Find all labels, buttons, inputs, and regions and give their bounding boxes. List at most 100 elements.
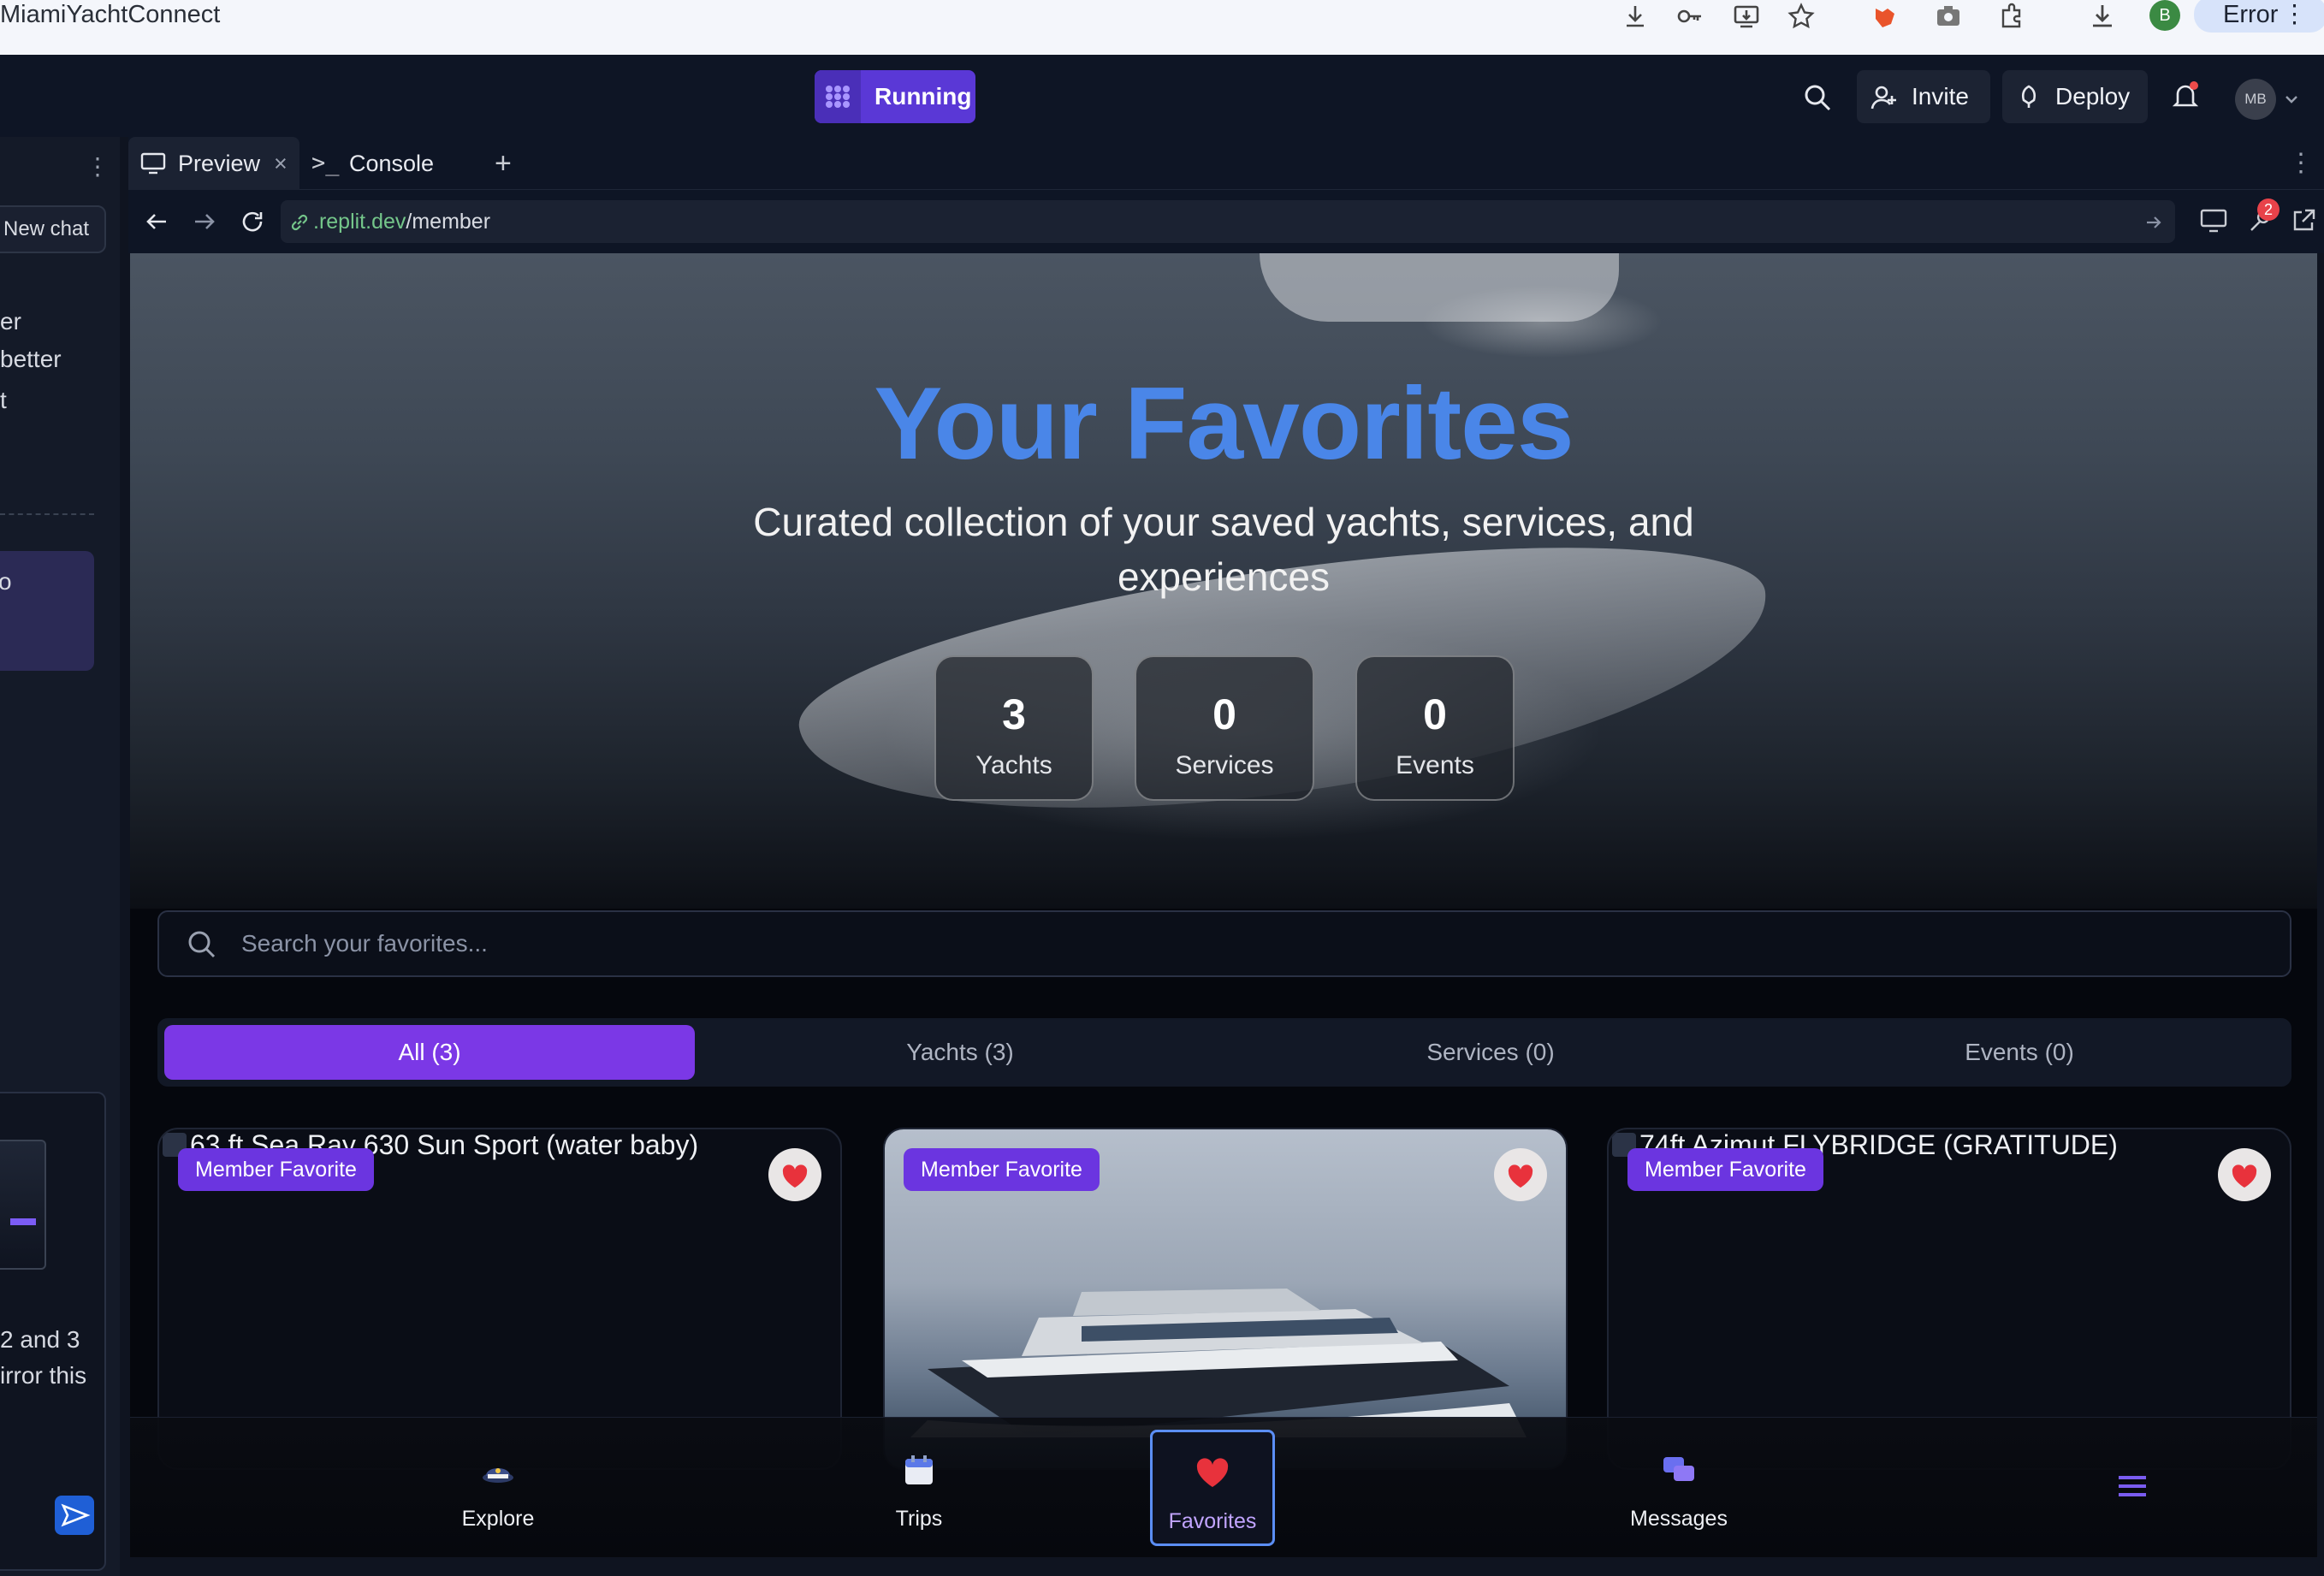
invite-button[interactable]: Invite bbox=[1857, 70, 1990, 123]
workspace-tabs: Preview × >_ Console + ⋮ bbox=[128, 137, 2324, 190]
devtools-badge: 2 bbox=[2257, 198, 2280, 221]
app-preview: Your Favorites Curated collection of you… bbox=[130, 253, 2317, 1557]
search-icon bbox=[188, 931, 216, 958]
forward-arrow-icon[interactable] bbox=[192, 209, 217, 234]
invite-label: Invite bbox=[1912, 83, 1969, 110]
device-preview-icon[interactable] bbox=[2199, 207, 2228, 234]
terminal-icon: >_ bbox=[311, 150, 340, 176]
divider bbox=[0, 513, 94, 515]
send-icon bbox=[61, 1503, 91, 1527]
nav-favorites[interactable]: Favorites bbox=[1150, 1430, 1275, 1546]
stat-yachts: 3 Yachts bbox=[934, 655, 1094, 801]
nav-label: Favorites bbox=[1168, 1509, 1257, 1533]
downloads-icon[interactable] bbox=[2088, 2, 2117, 31]
chat-snippet: irror this bbox=[0, 1362, 87, 1389]
tab-preview[interactable]: Preview × bbox=[128, 137, 299, 190]
filter-tab-events[interactable]: Events (0) bbox=[1754, 1025, 2285, 1080]
heart-icon bbox=[1196, 1458, 1229, 1487]
extensions-puzzle-icon[interactable] bbox=[1997, 2, 2026, 31]
unfavorite-button[interactable] bbox=[2218, 1148, 2271, 1201]
new-chat-button[interactable]: New chat bbox=[0, 205, 106, 253]
browser-chrome: MiamiYachtConnect B Error ⋮ bbox=[0, 0, 2324, 55]
page-subtitle: Curated collection of your saved yachts,… bbox=[753, 500, 1694, 599]
calendar-icon bbox=[905, 1455, 933, 1484]
filter-tabs: All (3) Yachts (3) Services (0) Events (… bbox=[157, 1018, 2291, 1087]
nav-label: Messages bbox=[1630, 1507, 1728, 1531]
member-favorite-badge: Member Favorite bbox=[1627, 1148, 1823, 1191]
search-icon[interactable] bbox=[1802, 82, 1833, 113]
url-path: /member bbox=[406, 210, 491, 234]
deploy-label: Deploy bbox=[2055, 83, 2131, 110]
stat-value: 0 bbox=[1212, 690, 1236, 738]
error-label: Error bbox=[2223, 1, 2279, 28]
more-vert-icon: ⋮ bbox=[2282, 1, 2307, 28]
stat-events: 0 Events bbox=[1355, 655, 1515, 801]
stat-label: Services bbox=[1175, 751, 1274, 779]
close-icon[interactable]: × bbox=[274, 137, 288, 190]
nav-messages[interactable]: Messages bbox=[1568, 1418, 1790, 1557]
add-tab-icon[interactable]: + bbox=[495, 137, 512, 190]
tab-console[interactable]: >_ Console bbox=[311, 137, 602, 190]
stat-label: Events bbox=[1396, 751, 1474, 779]
hero-background-yacht bbox=[1260, 253, 1619, 322]
stat-value: 3 bbox=[1002, 690, 1026, 738]
monitor-icon bbox=[140, 152, 166, 175]
more-vert-icon[interactable]: ⋮ bbox=[2288, 137, 2314, 190]
notifications-bell-icon[interactable] bbox=[2170, 80, 2201, 111]
url-input[interactable]: .replit.dev/member bbox=[281, 200, 2175, 243]
reload-icon[interactable] bbox=[240, 209, 265, 234]
filter-tab-yachts[interactable]: Yachts (3) bbox=[695, 1025, 1225, 1080]
run-button[interactable]: Running bbox=[815, 70, 975, 123]
profile-avatar[interactable]: B bbox=[2149, 0, 2180, 31]
filter-tab-all[interactable]: All (3) bbox=[164, 1025, 695, 1080]
download-icon[interactable] bbox=[1621, 2, 1650, 31]
back-arrow-icon[interactable] bbox=[144, 209, 169, 234]
deploy-button[interactable]: Deploy bbox=[2002, 70, 2148, 123]
error-chip[interactable]: Error ⋮ bbox=[2194, 0, 2324, 33]
unfavorite-button[interactable] bbox=[768, 1148, 821, 1201]
devtools-button[interactable]: 2 bbox=[2244, 198, 2280, 236]
nav-menu[interactable] bbox=[2064, 1418, 2201, 1557]
replit-topbar: Running Invite Deploy MB bbox=[0, 55, 2324, 137]
chat-message-card[interactable]: o bbox=[0, 551, 94, 671]
search-input[interactable] bbox=[241, 912, 2209, 975]
send-button[interactable] bbox=[55, 1496, 94, 1535]
user-avatar[interactable]: MB bbox=[2235, 79, 2276, 120]
key-icon[interactable] bbox=[1675, 2, 1704, 31]
nav-trips[interactable]: Trips bbox=[808, 1418, 1030, 1557]
screenshot-thumbnail[interactable] bbox=[0, 1140, 46, 1270]
nav-explore[interactable]: Explore bbox=[387, 1418, 609, 1557]
thumbnail-accent bbox=[10, 1218, 36, 1225]
nav-label: Trips bbox=[895, 1507, 943, 1531]
extension-fox-icon[interactable] bbox=[1870, 2, 1900, 31]
more-vert-icon[interactable]: ⋮ bbox=[86, 152, 110, 181]
unfavorite-button[interactable] bbox=[1494, 1148, 1547, 1201]
member-favorite-badge: Member Favorite bbox=[178, 1148, 374, 1191]
member-favorite-badge: Member Favorite bbox=[904, 1148, 1100, 1191]
chat-bubbles-icon bbox=[1663, 1457, 1694, 1481]
filter-tab-services[interactable]: Services (0) bbox=[1225, 1025, 1756, 1080]
agent-chat-panel: ⋮ New chat er better t o 2 and 3 irror t… bbox=[0, 137, 120, 1576]
open-external-icon[interactable] bbox=[2290, 207, 2317, 234]
heart-icon bbox=[2232, 1164, 2257, 1188]
go-arrow-icon[interactable] bbox=[2144, 213, 2163, 232]
favorites-search bbox=[157, 910, 2291, 977]
chat-snippet: o bbox=[0, 568, 12, 595]
browser-tab-title[interactable]: MiamiYachtConnect bbox=[0, 0, 220, 29]
bookmark-star-icon[interactable] bbox=[1787, 2, 1816, 31]
stat-services: 0 Services bbox=[1135, 655, 1314, 801]
camera-icon[interactable] bbox=[1934, 2, 1963, 31]
heart-icon bbox=[782, 1164, 808, 1188]
chat-snippet: t bbox=[0, 387, 7, 413]
chat-snippet: 2 and 3 bbox=[0, 1326, 80, 1353]
bottom-navigation: Explore Trips Favorites Messages bbox=[130, 1417, 2317, 1557]
captain-hat-icon bbox=[483, 1468, 513, 1483]
stat-value: 0 bbox=[1423, 690, 1447, 738]
install-app-icon[interactable] bbox=[1732, 2, 1761, 31]
heart-icon bbox=[1508, 1164, 1533, 1188]
preview-urlbar: .replit.dev/member 2 bbox=[128, 190, 2324, 253]
yacht-illustration bbox=[910, 1289, 1527, 1437]
hamburger-menu-icon bbox=[2119, 1476, 2146, 1496]
chevron-down-icon[interactable] bbox=[2283, 91, 2300, 108]
add-user-icon bbox=[1870, 86, 1896, 110]
